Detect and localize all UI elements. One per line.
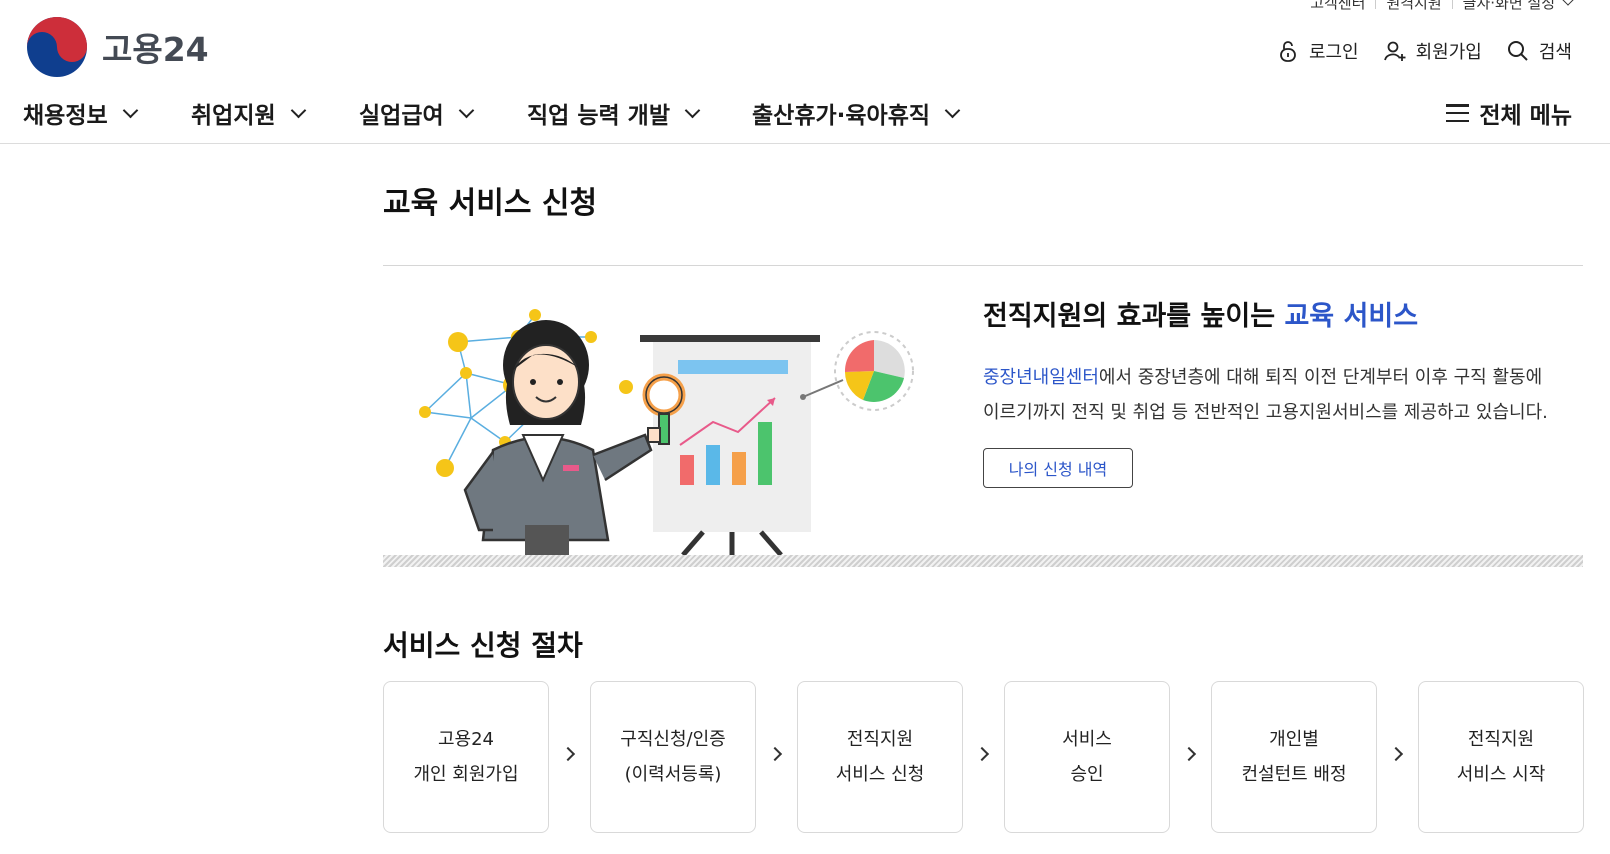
- decorative-hatch-bar: [383, 555, 1583, 567]
- site-logo[interactable]: 고용24: [26, 16, 209, 78]
- remote-support-link[interactable]: 원격지원: [1386, 0, 1441, 13]
- chevron-right-icon: [974, 746, 990, 762]
- chevron-right-icon: [1181, 746, 1197, 762]
- all-menu-label: 전체 메뉴: [1479, 103, 1572, 129]
- text-screen-settings-link[interactable]: 글자·화면 설정: [1463, 0, 1555, 13]
- intro-heading-prefix: 전직지원의 효과를 높이는: [983, 301, 1285, 332]
- step-line1: 개인별: [1269, 729, 1319, 750]
- step-line1: 전직지원: [1467, 729, 1535, 750]
- intro-description: 중장년내일센터에서 중장년층에 대해 퇴직 이전 단계부터 이후 구직 활동에 …: [983, 360, 1583, 430]
- step-line1: 고용24: [437, 729, 495, 750]
- intro-heading: 전직지원의 효과를 높이는 교육 서비스: [983, 294, 1418, 333]
- gnb-item-label: 직업 능력 개발: [527, 103, 670, 129]
- chevron-down-icon: [290, 102, 306, 118]
- divider: [1451, 0, 1453, 9]
- chevron-right-icon: [1388, 746, 1404, 762]
- page-title: 교육 서비스 신청: [383, 186, 598, 221]
- step-line2: 승인: [1070, 764, 1104, 785]
- process-step: 전직지원 서비스 신청: [797, 681, 963, 833]
- signup-button[interactable]: 회원가입: [1383, 38, 1482, 64]
- step-line1: 구직신청/인증: [620, 729, 726, 750]
- intro-desc-line1: 에서 중장년층에 대해 퇴직 이전 단계부터 이후 구직 활동에: [1098, 367, 1543, 388]
- step-line1: 서비스: [1062, 729, 1112, 750]
- chevron-down-icon: [944, 102, 961, 118]
- logo-text: 고용24: [102, 30, 209, 69]
- step-line2: 서비스 신청: [835, 764, 925, 785]
- process-section-title: 서비스 신청 절차: [383, 629, 583, 662]
- add-user-icon: [1383, 41, 1406, 61]
- process-step: 개인별 컨설턴트 배정: [1211, 681, 1377, 833]
- step-line1: 전직지원: [846, 729, 914, 750]
- step-line2: 서비스 시작: [1456, 764, 1546, 785]
- gnb-item-label: 취업지원: [191, 103, 276, 129]
- gnb-item-label: 실업급여: [359, 103, 444, 129]
- global-navigation: 채용정보 취업지원 실업급여 직업 능력 개발 출산휴가·육아휴직 전체 메뉴: [0, 92, 1610, 144]
- step-line2: (이력서등록): [624, 764, 722, 785]
- taegeuk-logo-icon: [27, 17, 87, 77]
- chevron-down-icon: [122, 102, 138, 118]
- gnb-item-label: 출산휴가·육아휴직: [752, 103, 931, 129]
- intro-desc-line2: 이르기까지 전직 및 취업 등 전반적인 고용지원서비스를 제공하고 있습니다.: [983, 402, 1548, 423]
- gnb-item-label: 채용정보: [23, 103, 108, 129]
- hamburger-icon: [1446, 104, 1470, 122]
- utility-links: 고객센터 원격지원 글자·화면 설정: [1310, 0, 1574, 13]
- process-step: 고용24 개인 회원가입: [383, 681, 549, 833]
- text-screen-settings-label: 글자·화면 설정: [1462, 0, 1555, 12]
- gnb-item-vocational-training[interactable]: 직업 능력 개발: [527, 92, 701, 134]
- login-button[interactable]: 로그인: [1276, 38, 1359, 64]
- my-application-history-button[interactable]: 나의 신청 내역: [983, 448, 1133, 488]
- chevron-right-icon: [767, 746, 783, 762]
- login-label: 로그인: [1308, 42, 1359, 63]
- consultant-presentation-illustration: [419, 309, 914, 555]
- step-line2: 컨설턴트 배정: [1241, 764, 1347, 785]
- gnb-item-employment-support[interactable]: 취업지원: [191, 92, 306, 134]
- process-step: 전직지원 서비스 시작: [1418, 681, 1584, 833]
- step-line2: 개인 회원가입: [413, 764, 519, 785]
- process-step: 서비스 승인: [1004, 681, 1170, 833]
- chevron-down-icon: [684, 102, 701, 118]
- chevron-down-icon: [458, 102, 474, 118]
- search-label: 검색: [1538, 42, 1572, 63]
- divider: [383, 265, 1583, 266]
- middle-aged-center-link[interactable]: 중장년내일센터: [983, 367, 1099, 388]
- divider: [1375, 0, 1377, 9]
- process-step: 구직신청/인증 (이력서등록): [590, 681, 756, 833]
- all-menu-button[interactable]: 전체 메뉴: [1446, 92, 1572, 134]
- customer-center-link[interactable]: 고객센터: [1310, 0, 1365, 13]
- gnb-item-unemployment-benefit[interactable]: 실업급여: [359, 92, 474, 134]
- search-button[interactable]: 검색: [1506, 38, 1572, 64]
- lock-open-icon: [1280, 41, 1296, 62]
- gnb-item-maternity-parental-leave[interactable]: 출산휴가·육아휴직: [752, 92, 961, 134]
- chevron-down-icon: [1562, 0, 1574, 6]
- search-icon: [1507, 41, 1528, 61]
- signup-label: 회원가입: [1415, 42, 1482, 63]
- chevron-right-icon: [560, 746, 576, 762]
- gnb-item-job-info[interactable]: 채용정보: [23, 92, 138, 134]
- intro-heading-highlight: 교육 서비스: [1284, 301, 1419, 332]
- member-actions: 로그인 회원가입 검색: [1252, 38, 1572, 64]
